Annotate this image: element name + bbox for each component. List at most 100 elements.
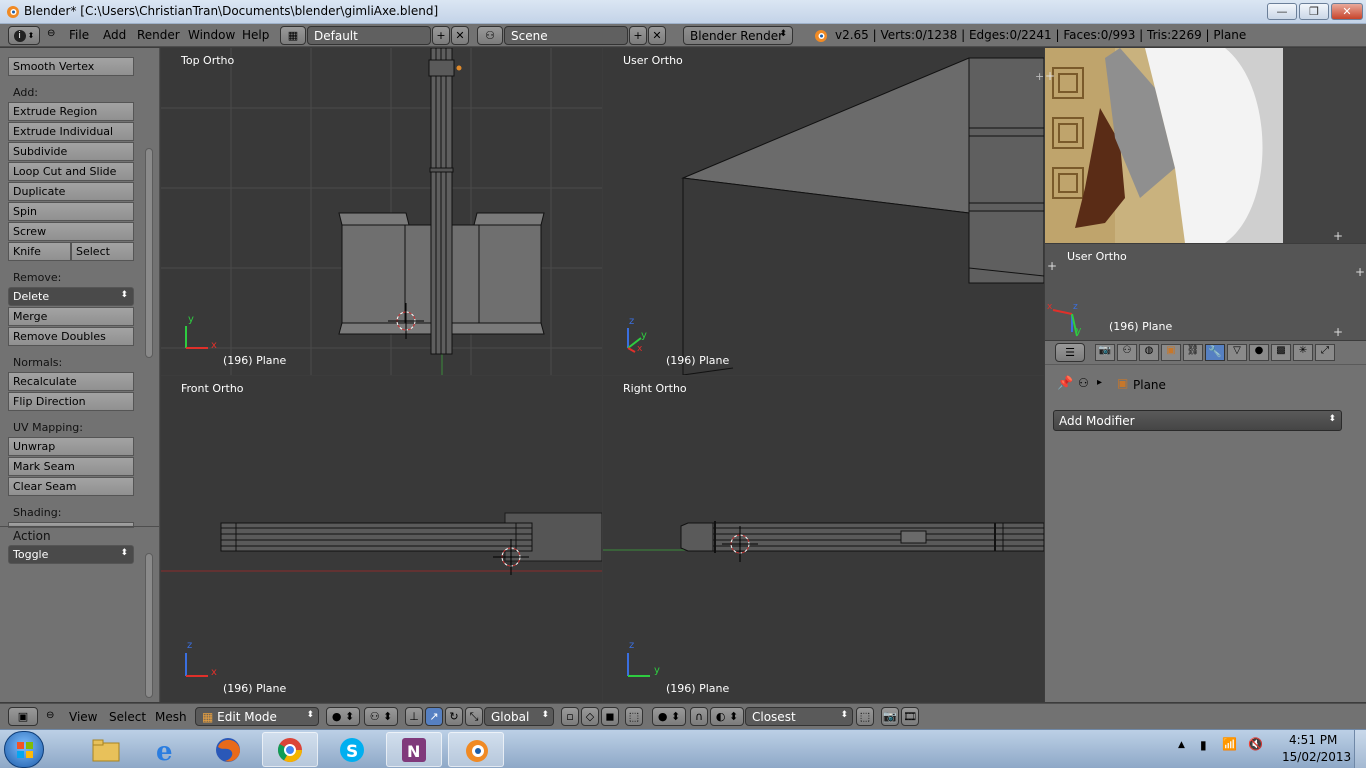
volume-muted-icon[interactable]: 🔇 (1248, 737, 1263, 751)
subdivide-button[interactable]: Subdivide (8, 142, 134, 161)
minimize-button[interactable]: — (1267, 3, 1297, 20)
extrude-region-button[interactable]: Extrude Region (8, 102, 134, 121)
unwrap-button[interactable]: Unwrap (8, 437, 134, 456)
taskbar-chrome[interactable] (262, 732, 318, 767)
viewport-shading-select[interactable]: ● ⬍ (326, 707, 360, 726)
start-button[interactable] (4, 731, 44, 768)
taskbar-firefox[interactable] (200, 732, 256, 767)
screen-layout-icon[interactable]: ▦ (280, 26, 306, 45)
menu-file[interactable]: File (69, 28, 89, 42)
manipulator-toggle-icon[interactable]: ⊥ (405, 707, 423, 726)
maximize-button[interactable]: ❐ (1299, 3, 1329, 20)
collapse-menu-icon[interactable]: ⊖ (46, 710, 54, 721)
recalculate-button[interactable]: Recalculate (8, 372, 134, 391)
viewport-top-ortho[interactable]: y x Top Ortho (196) Plane (161, 48, 602, 375)
collapse-menu-icon[interactable]: ⊖ (47, 28, 55, 39)
taskbar-onenote[interactable]: N (386, 732, 442, 767)
shading-buttons-partial[interactable] (8, 522, 134, 528)
add-scene-icon[interactable]: + (629, 26, 647, 45)
render-animation-icon[interactable]: 🎞 (901, 707, 919, 726)
snap-element-select[interactable]: ◐ ⬍ (710, 707, 744, 726)
remove-screen-icon[interactable]: ✕ (451, 26, 469, 45)
menu-help[interactable]: Help (242, 28, 269, 42)
viewport-right-ortho[interactable]: z y Right Ortho (196) Plane (603, 376, 1044, 702)
limit-selection-icon[interactable]: ⬚ (625, 707, 643, 726)
screw-button[interactable]: Screw (8, 222, 134, 241)
show-desktop-button[interactable] (1354, 730, 1366, 768)
face-select-icon[interactable]: ◼ (601, 707, 619, 726)
show-hidden-icons-icon[interactable]: ▲ (1178, 740, 1185, 750)
clear-seam-button[interactable]: Clear Seam (8, 477, 134, 496)
clock-date[interactable]: 15/02/2013 (1282, 750, 1351, 764)
menu-select[interactable]: Select (109, 710, 146, 724)
taskbar-skype[interactable]: S (324, 732, 380, 767)
scale-manipulator-icon[interactable]: ⤡ (465, 707, 483, 726)
material-tab-icon[interactable]: ● (1249, 344, 1269, 361)
menu-window[interactable]: Window (188, 28, 235, 42)
render-engine-select[interactable]: Blender Render ⬍ (683, 26, 793, 45)
operator-panel-scrollbar[interactable] (145, 553, 153, 698)
mini-user-ortho-viewport[interactable]: User Ortho (196) Plane + + + z y x (1045, 244, 1366, 340)
knife-button[interactable]: Knife (8, 242, 71, 261)
world-tab-icon[interactable]: ◍ (1139, 344, 1159, 361)
render-preview-icon[interactable]: 📷 (881, 707, 899, 726)
mode-select[interactable]: ▦ Edit Mode ⬍ (195, 707, 319, 726)
menu-add[interactable]: Add (103, 28, 126, 42)
object-tab-icon[interactable]: ▣ (1161, 344, 1181, 361)
snap-magnet-icon[interactable]: ∩ (690, 707, 708, 726)
delete-dropdown[interactable]: Delete ⬍ (8, 287, 134, 306)
knife-select-button[interactable]: Select (71, 242, 134, 261)
translate-manipulator-icon[interactable]: ↗ (425, 707, 443, 726)
action-dropdown[interactable]: Toggle ⬍ (8, 545, 134, 564)
screen-layout-field[interactable]: Default (307, 26, 431, 45)
snap-options-icon[interactable]: ⬚ (856, 707, 874, 726)
scene-icon[interactable]: ⚇ (477, 26, 503, 45)
add-screen-icon[interactable]: + (432, 26, 450, 45)
snap-target-select[interactable]: Closest ⬍ (745, 707, 853, 726)
loop-cut-slide-button[interactable]: Loop Cut and Slide (8, 162, 134, 181)
viewport-user-ortho[interactable]: + z y x User Ortho (196) Plane (603, 48, 1044, 375)
physics-tab-icon[interactable]: ⤢ (1315, 344, 1335, 361)
particles-tab-icon[interactable]: ✳ (1293, 344, 1313, 361)
data-tab-icon[interactable]: ▽ (1227, 344, 1247, 361)
taskbar-internet-explorer[interactable]: e (138, 732, 194, 767)
extrude-individual-button[interactable]: Extrude Individual (8, 122, 134, 141)
taskbar-blender[interactable] (448, 732, 504, 767)
flip-direction-button[interactable]: Flip Direction (8, 392, 134, 411)
menu-mesh[interactable]: Mesh (155, 710, 187, 724)
transform-orientation-select[interactable]: Global ⬍ (484, 707, 554, 726)
view3d-editor-type[interactable]: ▣ (8, 707, 38, 726)
clock-time[interactable]: 4:51 PM (1289, 733, 1337, 747)
proportional-edit-select[interactable]: ● ⬍ (652, 707, 686, 726)
viewport-front-ortho[interactable]: z x Front Ortho (196) Plane (161, 376, 602, 702)
merge-button[interactable]: Merge (8, 307, 134, 326)
spin-button[interactable]: Spin (8, 202, 134, 221)
render-tab-icon[interactable]: 📷 (1095, 344, 1115, 361)
rotate-manipulator-icon[interactable]: ↻ (445, 707, 463, 726)
close-button[interactable]: ✕ (1331, 3, 1363, 20)
smooth-vertex-button[interactable]: Smooth Vertex (8, 57, 134, 76)
edge-select-icon[interactable]: ◇ (581, 707, 599, 726)
duplicate-button[interactable]: Duplicate (8, 182, 134, 201)
mark-seam-button[interactable]: Mark Seam (8, 457, 134, 476)
menu-render[interactable]: Render (137, 28, 180, 42)
tool-shelf-scrollbar[interactable] (145, 148, 153, 358)
menu-view[interactable]: View (69, 710, 97, 724)
taskbar-explorer[interactable] (78, 732, 134, 767)
reference-image-viewport[interactable]: + + (1045, 48, 1366, 243)
pin-icon[interactable]: 📌 (1057, 376, 1073, 391)
editor-type-selector[interactable]: i ⬍ (8, 26, 40, 45)
scene-tab-icon[interactable]: ⚇ (1117, 344, 1137, 361)
add-modifier-dropdown[interactable]: Add Modifier ⬍ (1053, 410, 1342, 431)
constraints-tab-icon[interactable]: ⛓ (1183, 344, 1203, 361)
texture-tab-icon[interactable]: ▩ (1271, 344, 1291, 361)
modifiers-wrench-icon[interactable]: 🔧 (1205, 344, 1225, 361)
scene-field[interactable]: Scene (504, 26, 628, 45)
pivot-point-select[interactable]: ⚇ ⬍ (364, 707, 398, 726)
remove-doubles-button[interactable]: Remove Doubles (8, 327, 134, 346)
remove-scene-icon[interactable]: ✕ (648, 26, 666, 45)
network-signal-icon[interactable]: 📶 (1222, 737, 1237, 751)
properties-editor-type[interactable]: ☰ (1055, 343, 1085, 362)
battery-icon[interactable]: ▮ (1200, 738, 1207, 752)
vertex-select-icon[interactable]: ▫ (561, 707, 579, 726)
